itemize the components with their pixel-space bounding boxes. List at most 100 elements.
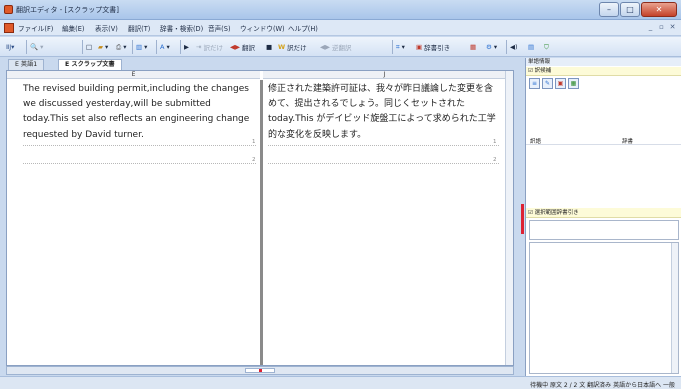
dictionary-settings-icon: ▦ (470, 43, 477, 51)
row-number: 2 (493, 157, 497, 163)
row-number: 1 (493, 139, 497, 145)
scroll-marker (259, 369, 262, 372)
language-pair-button[interactable]: ⅡJ▾ (6, 40, 14, 54)
toolbar-separator (180, 40, 181, 54)
panel-resize-marker[interactable] (521, 204, 524, 234)
new-document-button[interactable]: □ (86, 40, 92, 54)
translation-only-icon: ⇥ (196, 43, 202, 51)
panel-icon: ▤ (528, 43, 535, 51)
toolbar-separator (506, 40, 507, 54)
minimize-button[interactable]: – (599, 2, 619, 17)
menu-edit[interactable]: 編集(E) (62, 23, 85, 33)
translate-w-icon: W (278, 43, 286, 51)
word-info-title: 単語情報 (526, 58, 681, 66)
translation-only-button[interactable]: ⇥ 訳だけ (196, 40, 223, 54)
tab-english1[interactable]: E 英語1 (8, 59, 45, 70)
source-sentence-1[interactable]: The revised building permit,including th… (23, 82, 255, 143)
dictionary-column-header: 辞書 (622, 139, 634, 145)
toolbar-separator (392, 40, 393, 54)
document-tab-bar: E 英語1 E スクラップ文書 (0, 58, 519, 70)
play-icon: ▶ (184, 43, 189, 51)
maximize-button[interactable]: □ (620, 2, 640, 17)
gear-icon: ⚙ (486, 43, 492, 51)
row-number: 1 (252, 139, 256, 145)
lookup-results-scrollbar[interactable] (671, 243, 678, 373)
row-separator (268, 163, 499, 164)
editor-horizontal-scrollbar[interactable] (6, 366, 514, 375)
scrollbar-thumb[interactable] (245, 368, 275, 373)
reverse-translate-button[interactable]: ◀▶ 逆翻訳 (320, 40, 352, 54)
table-icon[interactable]: ▦ (568, 78, 579, 89)
source-column-header: E (7, 71, 260, 79)
speaker-icon: ◀) (510, 43, 518, 51)
word-info-column-headers: 訳語 辞書 (526, 136, 681, 145)
layout-button[interactable]: ▥ ▾ (136, 40, 147, 54)
search-icon: 🔍 (30, 43, 39, 51)
lookup-input[interactable] (529, 220, 679, 240)
candidate-checkbox[interactable]: ☑ 訳候補 (526, 67, 681, 76)
open-folder-icon: ▰ (98, 43, 103, 51)
toolbar-separator (132, 40, 133, 54)
layout-icon: ▥ (136, 43, 143, 51)
language-pair-icon: ⅡJ▾ (6, 43, 15, 51)
translate-all-button[interactable]: ▶ (184, 40, 189, 54)
stop-button[interactable]: ■ (266, 40, 272, 54)
toolbar-separator (156, 40, 157, 54)
toolbar-separator (26, 40, 27, 54)
print-icon: ⎙ (116, 42, 122, 51)
scope-icon: ⌗ (396, 42, 400, 51)
menu-audio[interactable]: 音声(S) (208, 23, 231, 33)
mdi-minimize-button[interactable]: _ (646, 23, 655, 32)
title-bar: 翻訳エディタ - [スクラップ文書] – □ ✕ (0, 0, 681, 20)
dictionary-settings-button[interactable]: ▦ (470, 40, 476, 54)
menu-file[interactable]: ファイル(F) (18, 23, 53, 33)
note-icon[interactable]: ✎ (542, 78, 553, 89)
shield-button[interactable]: ⛉ (544, 40, 549, 54)
mdi-restore-button[interactable]: ▫ (657, 23, 666, 32)
scope-button[interactable]: ⌗ ▾ (396, 40, 405, 54)
menu-dictionary-search[interactable]: 辞書・検索(D) (160, 23, 203, 33)
editor-vertical-scrollbar[interactable] (505, 71, 513, 365)
status-bar: 待機中 原文 2 / 2 文 翻訳済み 英語から日本語へ 一般 (0, 376, 681, 389)
font-button[interactable]: A ▾ (160, 40, 170, 54)
app-icon (4, 5, 13, 14)
row-separator (268, 145, 499, 146)
options-button[interactable]: ⚙ ▾ (486, 40, 497, 54)
tab-scrap-document[interactable]: E スクラップ文書 (58, 59, 122, 70)
translation-only-button-2[interactable]: W 訳だけ (278, 40, 307, 54)
new-document-icon: □ (86, 43, 93, 51)
row-number: 2 (252, 157, 256, 163)
dictionary-lookup-button[interactable]: ▣ 辞書引き (416, 40, 450, 54)
menu-help[interactable]: ヘルプ(H) (288, 23, 318, 33)
row-separator (23, 145, 256, 146)
toolbar: ⅡJ▾ 🔍 ▾ □ ▰ ▾ ⎙ ▾ ▥ ▾ A ▾ ▶ ⇥ 訳だけ ◀▶ 翻訳 ■ W 訳だけ … (0, 37, 681, 57)
translate-button[interactable]: ◀▶ 翻訳 (230, 40, 255, 54)
shield-icon: ⛉ (544, 42, 549, 51)
list-icon[interactable]: ≡ (529, 78, 540, 89)
target-sentence-1[interactable]: 修正された建築許可証は、我々が昨日議論した変更を含めて、提出されるでしょう。同じ… (268, 82, 498, 143)
mdi-close-button[interactable]: ✕ (668, 23, 677, 32)
selection-lookup-checkbox[interactable]: ☑ 選択範囲辞書引き (526, 208, 681, 218)
menu-window[interactable]: ウィンドウ(W) (240, 23, 285, 33)
window-title: 翻訳エディタ - [スクラップ文書] (16, 6, 119, 14)
close-button[interactable]: ✕ (641, 2, 677, 17)
panel-button[interactable]: ▤ (528, 40, 534, 54)
status-text: 待機中 原文 2 / 2 文 翻訳済み 英語から日本語へ 一般 (530, 382, 675, 389)
search-button[interactable]: 🔍 ▾ (30, 40, 43, 54)
dictionary-icon[interactable]: ▣ (555, 78, 566, 89)
menu-view[interactable]: 表示(V) (95, 23, 118, 33)
speak-button[interactable]: ◀) (510, 40, 518, 54)
print-button[interactable]: ⎙ ▾ (116, 40, 126, 54)
translation-column-header: 訳語 (530, 139, 542, 145)
translate-icon: ◀▶ (230, 43, 240, 51)
menu-translate[interactable]: 翻訳(T) (128, 23, 150, 33)
pane-splitter[interactable] (260, 80, 263, 365)
dictionary-icon: ▣ (416, 43, 423, 51)
document-icon[interactable] (4, 23, 14, 33)
reverse-translate-icon: ◀▶ (320, 43, 330, 51)
row-separator (23, 163, 256, 164)
open-button[interactable]: ▰ ▾ (98, 40, 108, 54)
translation-editor: E J The revised building permit,includin… (6, 70, 514, 366)
word-info-icon-row: ≡ ✎ ▣ ▦ (529, 78, 579, 89)
toolbar-separator (82, 40, 83, 54)
